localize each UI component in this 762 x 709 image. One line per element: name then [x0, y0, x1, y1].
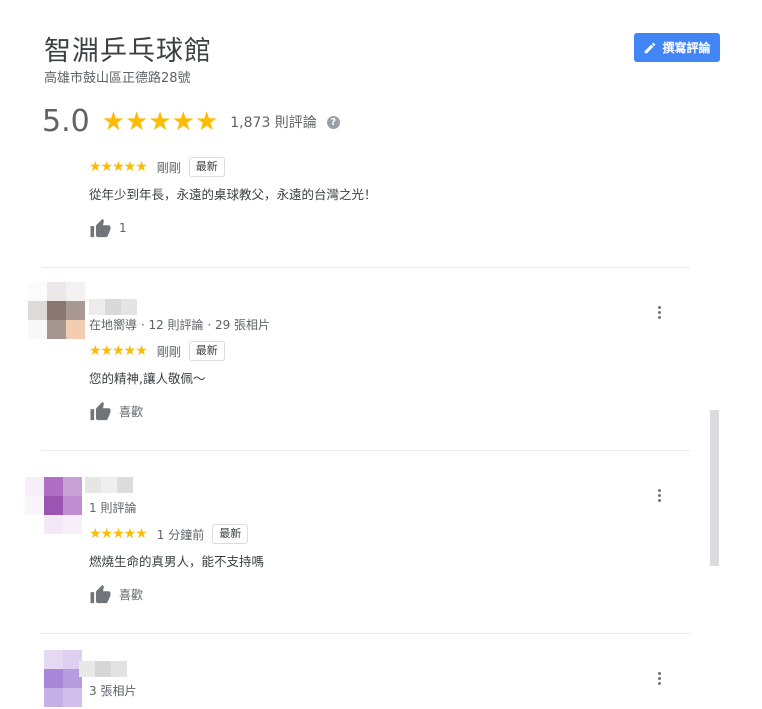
review-time: 1 分鐘前 [156, 527, 205, 542]
like-label: 喜歡 [119, 587, 144, 602]
reviewer-meta: 3 張相片 [89, 684, 137, 698]
like-count: 1 [119, 221, 127, 235]
review-time: 剛剛 [156, 160, 181, 175]
review-text: 燃燒生命的真男人，能不支持嗎 [89, 554, 265, 569]
review-time: 剛剛 [156, 344, 181, 359]
review-stars: ★★★★★ [89, 159, 148, 175]
thumbs-up-icon [90, 401, 111, 421]
like-label: 喜歡 [119, 404, 144, 419]
write-review-button[interactable]: 撰寫評論 [634, 33, 720, 62]
more-vert-icon [657, 305, 661, 309]
scrollbar-thumb[interactable] [710, 410, 719, 566]
help-icon[interactable]: ? [326, 115, 340, 129]
reviewer-meta: 在地嚮導 · 12 則評論 · 29 張相片 [89, 318, 271, 332]
new-badge: 最新 [188, 157, 225, 177]
more-options-button[interactable] [651, 302, 667, 322]
reviewer-name[interactable] [85, 477, 133, 493]
thumbs-up-icon [90, 584, 111, 604]
more-options-button[interactable] [651, 668, 667, 688]
divider [42, 267, 690, 268]
write-review-label: 撰寫評論 [662, 41, 711, 55]
like-button[interactable]: 喜歡 [89, 583, 143, 605]
review-rating: ★★★★★ 剛剛 最新 [89, 340, 225, 362]
divider [42, 633, 690, 634]
rating-summary: 5.0 ★★★★★ 1,873 則評論 ? [42, 102, 340, 142]
review-rating: ★★★★★ 剛剛 最新 [89, 156, 225, 178]
review-rating: ★★★★★ 1 分鐘前 最新 [89, 523, 249, 545]
more-vert-icon [657, 671, 661, 675]
reviewer-name[interactable] [79, 661, 127, 677]
more-vert-icon [657, 488, 661, 492]
place-title: 智淵乒乓球館 [44, 36, 212, 67]
rating-score: 5.0 [42, 104, 90, 139]
like-button[interactable]: 喜歡 [89, 400, 143, 422]
review-text: 從年少到年長，永遠的桌球教父，永遠的台灣之光！ [89, 187, 377, 202]
more-options-button[interactable] [651, 485, 667, 505]
thumbs-up-icon [90, 218, 111, 238]
review-text: 您的精神,讓人敬佩～ [89, 371, 206, 386]
reviewer-name[interactable] [89, 299, 137, 315]
divider [42, 450, 690, 451]
review-stars: ★★★★★ [89, 343, 148, 359]
review-stars: ★★★★★ [89, 526, 148, 542]
like-button[interactable]: 1 [89, 217, 127, 239]
pencil-icon [645, 42, 656, 53]
review-count[interactable]: 1,873 則評論 [230, 112, 317, 132]
place-address: 高雄市鼓山區正德路28號 [44, 71, 191, 86]
new-badge: 最新 [212, 524, 249, 544]
rating-stars: ★★★★★ [101, 107, 219, 137]
reviewer-meta: 1 則評論 [89, 501, 137, 515]
new-badge: 最新 [188, 341, 225, 361]
